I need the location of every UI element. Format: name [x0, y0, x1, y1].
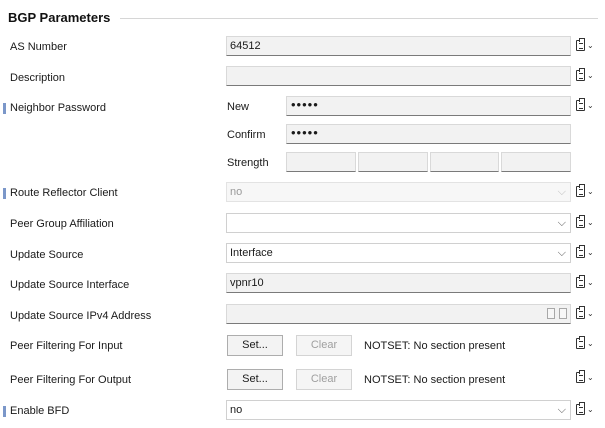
peer-filter-input-set-button[interactable]: Set...: [227, 335, 283, 356]
ipv4-calc-icon[interactable]: [547, 308, 555, 319]
neighbor-password-clipboard-icon[interactable]: ⌄: [575, 98, 595, 114]
peer-filter-output-label: Peer Filtering For Output: [10, 374, 132, 386]
update-source-ipv4-clipboard-icon[interactable]: ⌄: [575, 306, 595, 322]
update-source-ipv4-label: Update Source IPv4 Address: [10, 310, 152, 322]
as-number-label: AS Number: [10, 41, 67, 53]
update-source-label: Update Source: [10, 249, 84, 261]
description-label: Description: [10, 72, 66, 84]
peer-filter-input-clipboard-icon[interactable]: ⌄: [575, 336, 595, 352]
enable-bfd-label: Enable BFD: [10, 405, 70, 417]
password-confirm-label: Confirm: [227, 129, 266, 141]
as-number-input[interactable]: 64512: [226, 36, 571, 56]
peer-filter-output-set-button[interactable]: Set...: [227, 369, 283, 390]
enable-bfd-clipboard-icon[interactable]: ⌄: [575, 402, 595, 418]
peer-filter-output-status: NOTSET: No section present: [364, 374, 506, 386]
chevron-down-icon[interactable]: ⌵: [558, 214, 566, 232]
peer-filter-input-status: NOTSET: No section present: [364, 340, 506, 352]
password-confirm-input[interactable]: •••••: [286, 124, 571, 144]
strength-segment: [286, 152, 356, 172]
update-source-interface-input[interactable]: vpnr10: [226, 273, 571, 293]
route-reflector-client-label: Route Reflector Client: [10, 187, 118, 199]
chevron-down-icon[interactable]: ⌵: [558, 401, 566, 419]
chevron-down-icon[interactable]: ⌵: [558, 244, 566, 262]
enable-bfd-marker-icon: [3, 406, 6, 417]
description-input[interactable]: [226, 66, 571, 86]
route-reflector-marker-icon: [3, 188, 6, 199]
update-source-interface-label: Update Source Interface: [10, 279, 130, 291]
peer-filter-input-clear-button: Clear: [296, 335, 352, 356]
enable-bfd-value: no: [230, 404, 243, 416]
peer-filter-input-label: Peer Filtering For Input: [10, 340, 123, 352]
route-reflector-clipboard-icon[interactable]: ⌄: [575, 184, 595, 200]
enable-bfd-select[interactable]: no ⌵: [226, 400, 571, 420]
neighbor-password-marker-icon: [3, 103, 6, 114]
password-new-input[interactable]: •••••: [286, 96, 571, 116]
strength-segment: [429, 152, 500, 172]
as-number-clipboard-icon[interactable]: ⌄: [575, 38, 595, 54]
route-reflector-client-select: no ⌵: [226, 182, 571, 202]
password-new-label: New: [227, 101, 250, 113]
peer-filter-output-clear-button: Clear: [296, 369, 352, 390]
update-source-select[interactable]: Interface ⌵: [226, 243, 571, 263]
peer-filter-output-clipboard-icon[interactable]: ⌄: [575, 370, 595, 386]
route-reflector-client-value: no: [230, 186, 243, 198]
ipv4-field-tools: [547, 308, 567, 319]
chevron-down-icon: ⌵: [557, 186, 566, 198]
update-source-value: Interface: [230, 247, 273, 259]
password-strength-meter: [286, 152, 571, 172]
neighbor-password-label: Neighbor Password: [10, 102, 106, 114]
peer-group-affiliation-label: Peer Group Affiliation: [10, 218, 114, 230]
peer-group-affiliation-select[interactable]: ⌵: [226, 213, 571, 233]
ipv4-list-icon[interactable]: [559, 308, 567, 319]
group-divider: [120, 18, 598, 19]
group-title: BGP Parameters: [8, 10, 111, 25]
peer-group-clipboard-icon[interactable]: ⌄: [575, 215, 595, 231]
description-clipboard-icon[interactable]: ⌄: [575, 68, 595, 84]
strength-segment: [501, 152, 571, 172]
strength-segment: [357, 152, 428, 172]
password-strength-label: Strength: [227, 157, 269, 169]
update-source-clipboard-icon[interactable]: ⌄: [575, 245, 595, 261]
update-source-interface-clipboard-icon[interactable]: ⌄: [575, 275, 595, 291]
update-source-ipv4-input[interactable]: [226, 304, 571, 324]
